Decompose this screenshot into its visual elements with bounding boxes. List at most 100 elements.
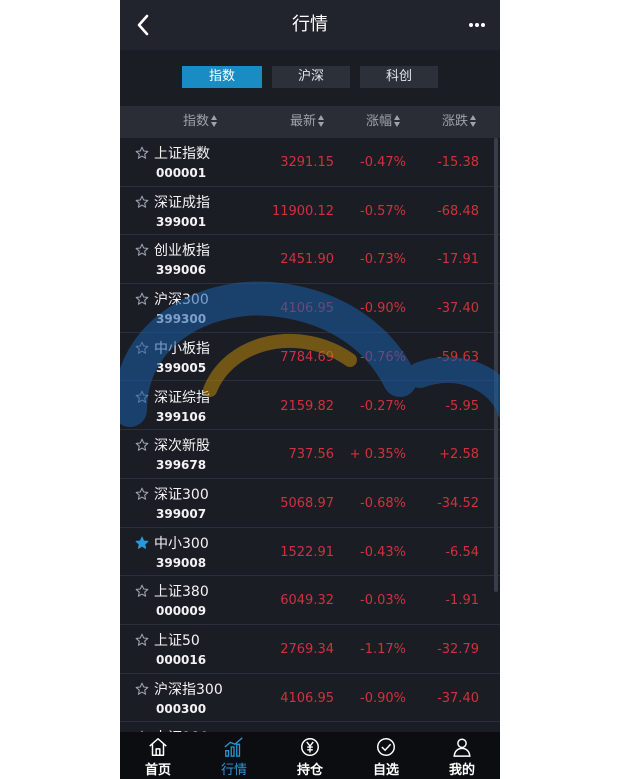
market-chart-icon (224, 737, 243, 757)
table-row[interactable]: 深证成指 399001 11900.12 -0.57% -68.48 (120, 187, 500, 236)
change-amount: -68.48 (437, 203, 479, 219)
change-amount: -17.91 (437, 252, 479, 268)
tab-market[interactable]: 行情 (196, 732, 272, 779)
sort-arrows-icon (470, 114, 477, 127)
table-row[interactable]: 深次新股 399678 737.56 + 0.35% +2.58 (120, 430, 500, 479)
table-row[interactable]: 中小板指 399005 7784.69 -0.76% -59.63 (120, 333, 500, 382)
latest-price: 4106.95 (280, 301, 334, 317)
column-header-row: 指数 最新 涨幅 涨跌 (120, 106, 500, 138)
index-name: 上证380 (154, 584, 209, 601)
star-outline-icon[interactable] (135, 584, 149, 598)
star-outline-icon[interactable] (135, 487, 149, 501)
segment-star-market[interactable]: 科创 (360, 66, 438, 88)
index-code: 399006 (156, 263, 207, 278)
index-code: 000009 (156, 604, 207, 619)
change-percent: -0.90% (360, 690, 406, 706)
latest-price: 2769.34 (280, 642, 334, 657)
tab-watchlist[interactable]: 自选 (348, 732, 424, 779)
latest-price: 5068.97 (280, 495, 334, 511)
tab-holdings[interactable]: 持仓 (272, 732, 348, 779)
home-icon (149, 738, 167, 756)
change-amount: -34.52 (437, 495, 479, 511)
segment-shanghai-shenzhen[interactable]: 沪深 (272, 66, 350, 88)
column-header-change[interactable]: 涨跌 (442, 106, 477, 138)
latest-price: 2159.82 (280, 398, 334, 414)
latest-price: 1522.91 (280, 544, 334, 560)
star-filled-icon[interactable] (135, 536, 149, 550)
tab-home[interactable]: 首页 (120, 732, 196, 779)
column-header-change-percent[interactable]: 涨幅 (366, 106, 401, 138)
change-percent: -0.27% (360, 398, 406, 414)
star-outline-icon[interactable] (135, 682, 149, 696)
change-percent: -0.68% (360, 495, 406, 511)
table-row[interactable]: 上证180 (120, 722, 500, 732)
table-row[interactable]: 深证综指 399106 2159.82 -0.27% -5.95 (120, 382, 500, 431)
table-row[interactable]: 中小300 399008 1522.91 -0.43% -6.54 (120, 528, 500, 577)
change-percent: -0.47% (360, 155, 406, 170)
table-row[interactable]: 创业板指 399006 2451.90 -0.73% -17.91 (120, 235, 500, 285)
index-code: 000300 (156, 701, 207, 716)
change-amount: +2.58 (439, 447, 479, 463)
change-percent: -0.43% (360, 544, 406, 560)
star-outline-icon[interactable] (135, 243, 149, 257)
star-outline-icon[interactable] (135, 195, 149, 209)
star-outline-icon[interactable] (135, 292, 149, 306)
index-code: 399005 (156, 360, 207, 375)
table-row[interactable]: 上证380 000009 6049.32 -0.03% -1.91 (120, 576, 500, 625)
latest-price: 2451.90 (280, 252, 334, 268)
index-name: 深证综指 (154, 389, 210, 406)
change-percent: -0.73% (360, 252, 406, 268)
scrollbar[interactable] (494, 138, 498, 592)
more-dots-icon[interactable] (462, 10, 492, 40)
sort-arrows-icon (394, 114, 401, 127)
top-bar: 行情 (120, 0, 500, 50)
bottom-tab-bar: 首页 行情 持仓 自选 我的 (120, 732, 500, 779)
column-header-name[interactable]: 指数 (183, 106, 218, 138)
index-code: 399008 (156, 555, 207, 570)
index-name: 上证50 (154, 633, 200, 649)
change-amount: -37.40 (437, 690, 479, 706)
index-code: 399007 (156, 506, 207, 521)
index-name: 深证成指 (154, 194, 210, 211)
change-percent: -0.90% (360, 301, 406, 317)
index-code: 399001 (156, 214, 207, 229)
star-outline-icon[interactable] (135, 146, 149, 160)
change-amount: -1.91 (445, 593, 479, 609)
sort-arrows-icon (211, 114, 218, 127)
index-name: 深证300 (154, 486, 209, 503)
table-row[interactable]: 沪深300 399300 4106.95 -0.90% -37.40 (120, 284, 500, 333)
index-code: 399300 (156, 312, 207, 327)
star-outline-icon[interactable] (135, 438, 149, 452)
change-percent: + 0.35% (349, 447, 406, 463)
page-title: 行情 (292, 14, 328, 35)
table-row[interactable]: 上证指数 000001 3291.15 -0.47% -15.38 (120, 138, 500, 187)
index-name: 中小板指 (154, 340, 210, 357)
latest-price: 737.56 (288, 447, 335, 463)
tab-profile[interactable]: 我的 (424, 732, 500, 779)
star-outline-icon[interactable] (135, 390, 149, 404)
index-name: 创业板指 (154, 243, 210, 260)
index-name: 中小300 (154, 535, 209, 552)
change-percent: -0.03% (360, 593, 406, 609)
change-percent: -0.57% (360, 203, 406, 219)
index-name: 上证指数 (154, 146, 210, 162)
change-amount: -6.54 (445, 544, 479, 560)
table-row[interactable]: 深证300 399007 5068.97 -0.68% -34.52 (120, 479, 500, 528)
index-code: 000016 (156, 653, 207, 667)
table-row[interactable]: 上证50 000016 2769.34 -1.17% -32.79 (120, 625, 500, 674)
change-amount: -59.63 (437, 349, 479, 365)
latest-price: 7784.69 (280, 349, 334, 365)
change-amount: -32.79 (437, 642, 479, 657)
table-row[interactable]: 沪深指300 000300 4106.95 -0.90% -37.40 (120, 674, 500, 723)
index-name: 沪深指300 (154, 681, 223, 698)
segment-index[interactable]: 指数 (182, 66, 262, 88)
column-header-price[interactable]: 最新 (290, 106, 325, 138)
index-name: 深次新股 (154, 438, 210, 455)
change-amount: -37.40 (437, 301, 479, 317)
latest-price: 11900.12 (271, 203, 334, 219)
star-outline-icon[interactable] (135, 341, 149, 355)
star-outline-icon[interactable] (135, 633, 149, 647)
index-name: 沪深300 (154, 292, 209, 309)
index-code: 399678 (156, 458, 207, 473)
user-icon (453, 738, 471, 757)
